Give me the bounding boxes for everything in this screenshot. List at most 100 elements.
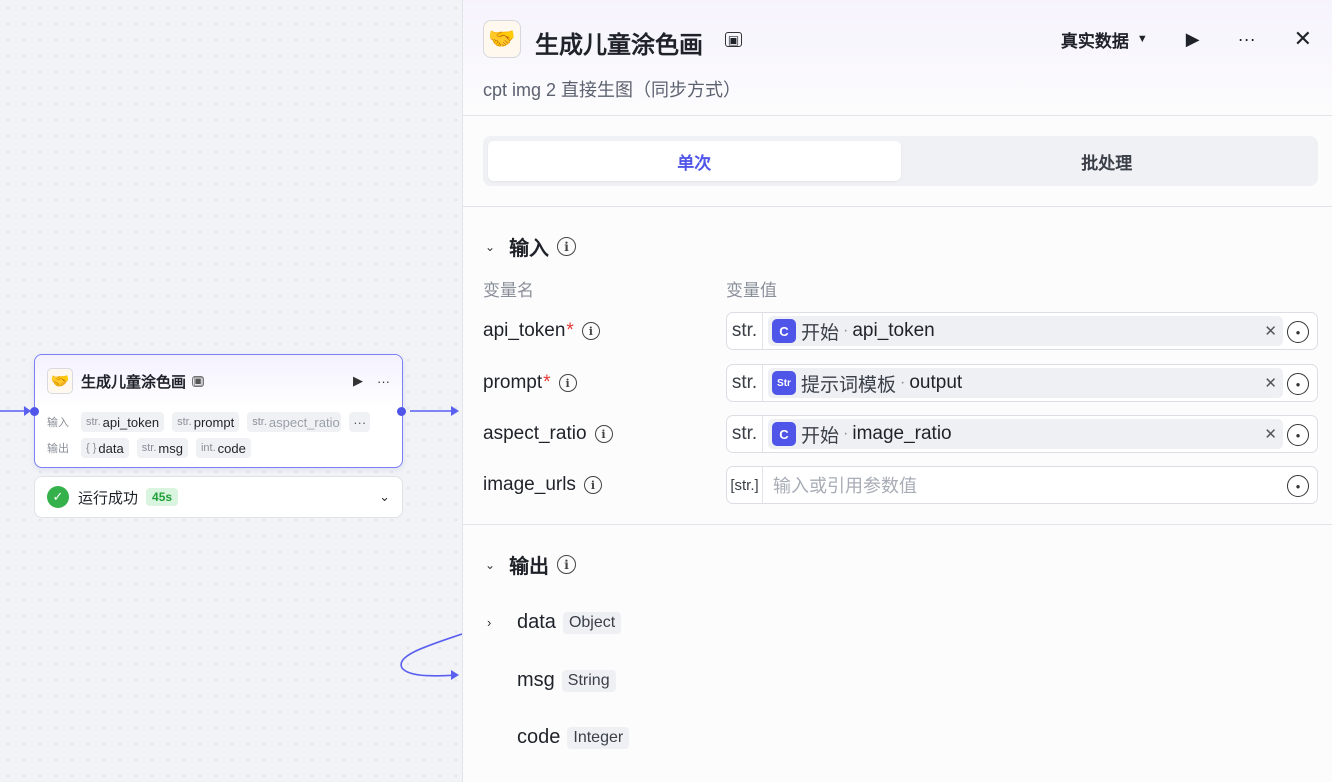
type-label: [str.] (727, 467, 763, 503)
node-more-button[interactable]: ··· (377, 374, 390, 389)
clear-icon[interactable]: ✕ (1264, 322, 1277, 340)
node-output-chip: { } data (81, 438, 129, 458)
output-name: msg (517, 669, 555, 691)
check-circle-icon: ✓ (47, 486, 69, 508)
node-more-inputs-button[interactable]: ··· (349, 412, 371, 432)
output-row-msg: msg String (487, 669, 616, 692)
chevron-right-icon[interactable]: › (487, 615, 507, 630)
workflow-node-card[interactable]: 🤝 生成儿童涂色画 ▣ ▶ ··· 输入 str. api_token str. p… (34, 354, 403, 468)
run-duration-badge: 45s (146, 488, 179, 506)
clear-icon[interactable]: ✕ (1264, 425, 1277, 443)
input-row-image-urls: image_urls i [str.] 输入或引用参数值 ● (483, 466, 1318, 504)
node-input-chip: str. prompt (172, 412, 240, 432)
info-icon[interactable]: i (594, 425, 613, 443)
panel-actions: 真实数据 ▼ ▶ ··· ✕ (1061, 26, 1312, 52)
node-output-row: 输出 { } data str. msg int. code (35, 437, 402, 459)
info-icon[interactable]: i (558, 374, 577, 392)
reference-chip[interactable]: C 开始 · api_token ✕ (768, 316, 1283, 346)
prompt-template-icon: Str (772, 371, 796, 395)
column-header-name: 变量名 (483, 281, 534, 300)
node-output-chip: int. code (195, 438, 251, 458)
input-row-aspect-ratio: aspect_ratio i str. C 开始 · image_ratio ✕ … (483, 415, 1318, 453)
handshake-icon: 🤝 (483, 20, 521, 58)
panel-title: 生成儿童涂色画 (535, 32, 703, 59)
tab-single[interactable]: 单次 (488, 141, 901, 181)
node-input-chip: str. api_token (81, 412, 165, 432)
variable-reference-icon[interactable]: ● (1287, 424, 1309, 446)
caret-down-icon: ▼ (1136, 33, 1148, 45)
reference-chip[interactable]: C 开始 · image_ratio ✕ (768, 419, 1283, 449)
variable-value-field[interactable]: str. Str 提示词模板 · output ✕ ● (726, 364, 1318, 402)
column-header-value: 变量值 (726, 281, 777, 300)
reference-variable: output (909, 372, 963, 393)
node-header: 🤝 生成儿童涂色画 ▣ ▶ ··· (35, 355, 402, 407)
plugin-badge-icon: ▣ (192, 374, 205, 387)
reference-variable: image_ratio (852, 423, 952, 444)
chevron-down-icon[interactable]: ⌄ (485, 240, 495, 254)
variable-name: image_urls (483, 474, 576, 495)
output-row-code: code Integer (487, 726, 630, 749)
output-type-badge: Object (562, 611, 622, 634)
output-name: code (517, 726, 561, 748)
variable-name: prompt (483, 372, 543, 393)
reference-source: 开始 (801, 425, 840, 447)
required-mark: * (543, 372, 551, 393)
node-detail-panel: 🤝 生成儿童涂色画 ▣ cpt img 2 直接生图（同步方式） 真实数据 ▼ ▶… (462, 0, 1332, 782)
run-button[interactable]: ▶ (1186, 29, 1200, 50)
plugin-badge-icon: ▣ (725, 32, 742, 47)
reference-source: 开始 (801, 322, 840, 344)
node-output-chip: str. msg (136, 438, 188, 458)
node-input-port[interactable] (30, 407, 39, 416)
node-output-label: 输出 (47, 443, 69, 455)
input-section-header[interactable]: ⌄ 输入 i (485, 232, 577, 261)
info-icon[interactable]: i (583, 476, 602, 494)
tab-batch[interactable]: 批处理 (901, 141, 1314, 181)
reference-chip[interactable]: Str 提示词模板 · output ✕ (768, 368, 1283, 398)
node-output-port[interactable] (397, 407, 406, 416)
run-status-bar[interactable]: ✓ 运行成功 45s ⌄ (34, 476, 403, 518)
variable-reference-icon[interactable]: ● (1287, 475, 1309, 497)
more-options-button[interactable]: ··· (1238, 29, 1256, 50)
input-row-api-token: api_token * i str. C 开始 · api_token ✕ ● (483, 312, 1318, 350)
node-title: 生成儿童涂色画 (81, 373, 187, 391)
panel-subtitle: cpt img 2 直接生图（同步方式） (483, 80, 742, 100)
run-node-button[interactable]: ▶ (353, 373, 363, 389)
run-status-text: 运行成功 (78, 489, 139, 507)
clear-icon[interactable]: ✕ (1264, 374, 1277, 392)
variable-name: api_token (483, 320, 566, 341)
chevron-down-icon[interactable]: ⌄ (485, 558, 495, 572)
section-divider (463, 206, 1332, 207)
node-input-row: 输入 str. api_token str. prompt str. aspect_r… (35, 411, 402, 433)
run-mode-tabs: 单次 批处理 (483, 136, 1318, 186)
type-label: str. (727, 313, 763, 349)
handshake-icon: 🤝 (47, 368, 73, 394)
variable-value-field[interactable]: str. C 开始 · image_ratio ✕ ● (726, 415, 1318, 453)
output-row-data[interactable]: › data Object (487, 611, 622, 634)
data-mode-select[interactable]: 真实数据 ▼ (1061, 27, 1148, 52)
section-divider (463, 524, 1332, 525)
variable-name: aspect_ratio (483, 423, 587, 444)
variable-reference-icon[interactable]: ● (1287, 321, 1309, 343)
type-label: str. (727, 365, 763, 401)
type-label: str. (727, 416, 763, 452)
variable-reference-icon[interactable]: ● (1287, 373, 1309, 395)
variable-value-field[interactable]: str. C 开始 · api_token ✕ ● (726, 312, 1318, 350)
close-icon[interactable]: ✕ (1294, 26, 1312, 52)
output-section-header[interactable]: ⌄ 输出 i (485, 550, 577, 579)
workflow-canvas[interactable]: 🤝 生成儿童涂色画 ▣ ▶ ··· 输入 str. api_token str. p… (0, 0, 463, 782)
required-mark: * (566, 320, 574, 341)
info-icon[interactable]: i (557, 237, 577, 256)
info-icon[interactable]: i (581, 322, 600, 340)
info-icon[interactable]: i (557, 555, 577, 574)
chevron-down-icon[interactable]: ⌄ (379, 489, 390, 505)
input-placeholder[interactable]: 输入或引用参数值 (773, 472, 917, 498)
output-type-badge: Integer (567, 726, 630, 749)
node-input-label: 输入 (47, 417, 69, 429)
variable-value-input[interactable]: [str.] 输入或引用参数值 ● (726, 466, 1318, 504)
reference-source: 提示词模板 (801, 374, 897, 396)
output-section-title: 输出 (509, 556, 550, 578)
start-node-icon: C (772, 319, 796, 343)
output-type-badge: String (561, 669, 616, 692)
node-input-chip: str. aspect_ratio (247, 412, 342, 432)
input-section-title: 输入 (509, 238, 550, 260)
